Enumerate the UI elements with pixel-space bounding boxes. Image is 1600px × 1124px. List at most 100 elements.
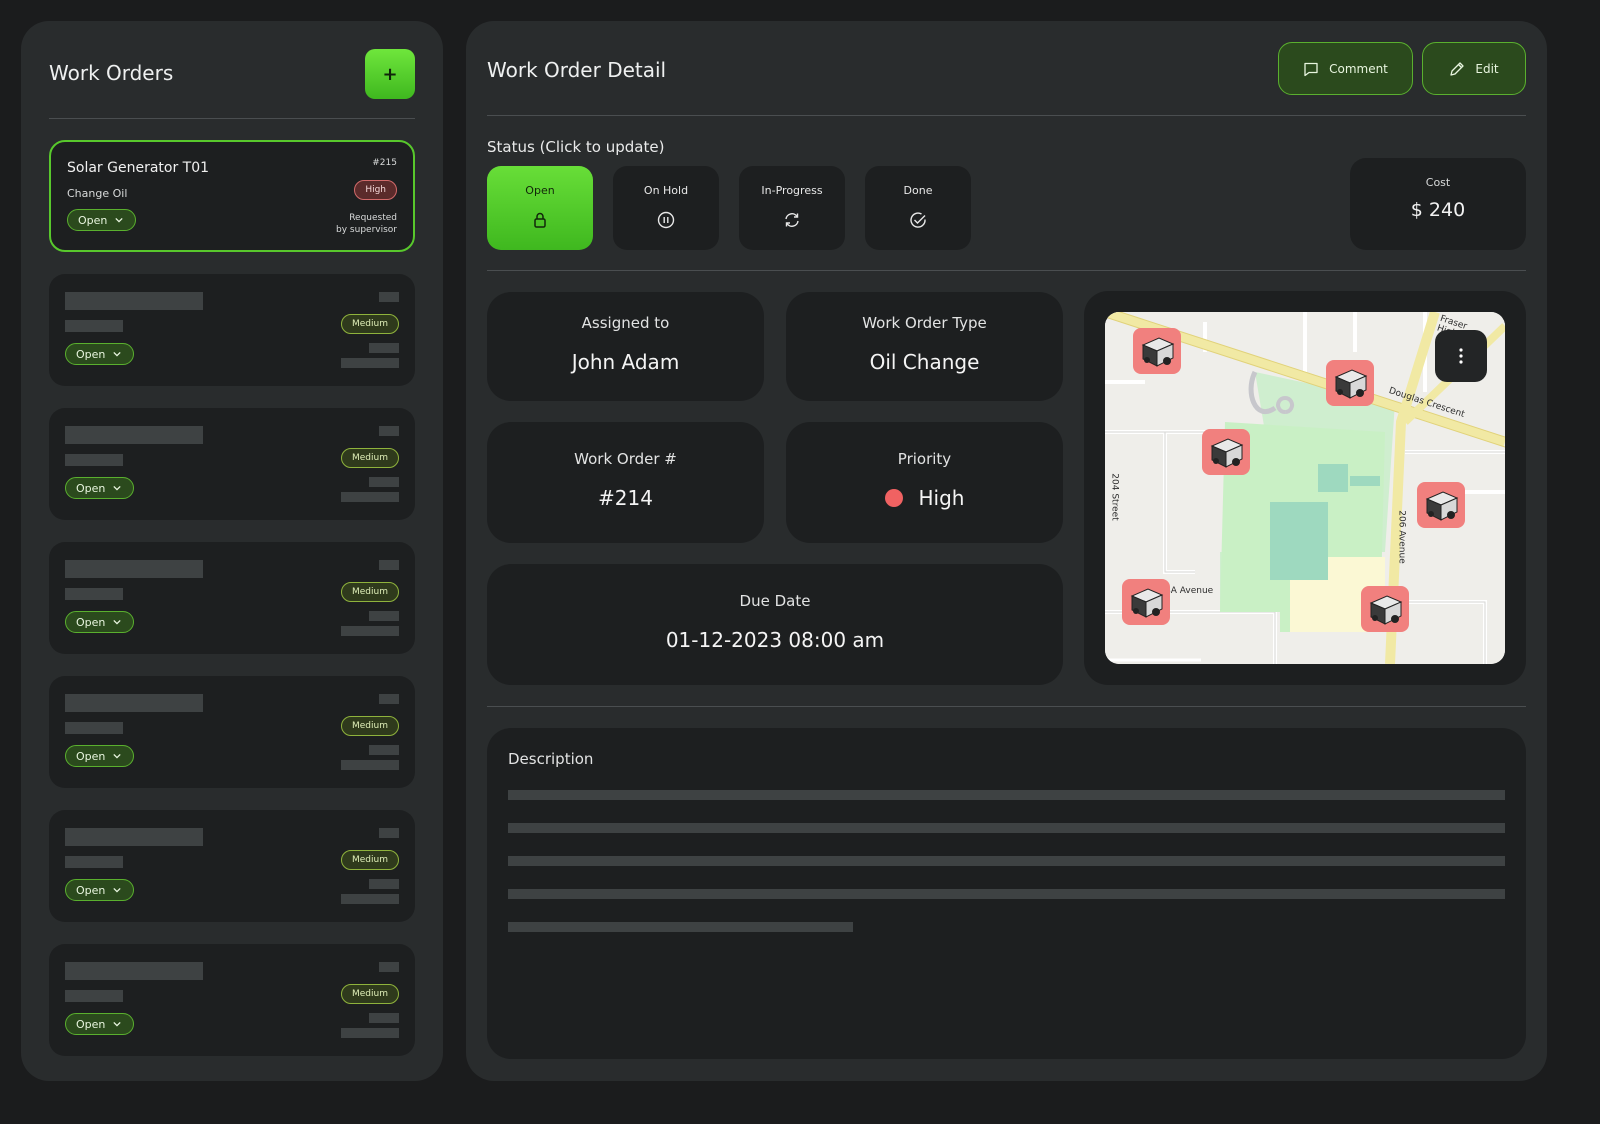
requested-placeholder (369, 343, 399, 353)
status-dropdown[interactable]: Open (65, 879, 135, 901)
card-title-placeholder (65, 962, 203, 980)
card-title-placeholder (65, 828, 203, 846)
card-subtitle-placeholder (65, 722, 123, 734)
priority-badge: Medium (341, 582, 399, 602)
work-order-card[interactable]: Medium Open (49, 944, 415, 1056)
work-order-card[interactable]: Medium Open (49, 408, 415, 520)
status-dropdown[interactable]: Open (65, 477, 135, 499)
priority-badge: Medium (341, 984, 399, 1004)
card-title-placeholder (65, 560, 203, 578)
status-dropdown[interactable]: Open (65, 611, 135, 633)
location-map[interactable]: Douglas Crescent 204 Street 206 Avenue 4… (1105, 312, 1505, 664)
divider (49, 118, 415, 119)
generator-marker[interactable] (1361, 586, 1409, 632)
status-section-label: Status (Click to update) (487, 138, 665, 156)
generator-icon (1141, 337, 1175, 367)
requested-placeholder (341, 358, 399, 368)
due-date-label: Due Date (739, 592, 811, 610)
map-menu-button[interactable] (1435, 330, 1487, 382)
work-orders-panel: Work Orders + Solar Generator T01 Change… (21, 21, 443, 1081)
work-order-detail-panel: Work Order Detail Comment Edit Status (C… (466, 21, 1547, 1081)
generator-marker[interactable] (1122, 579, 1170, 625)
assigned-card: Assigned to John Adam (487, 292, 764, 401)
card-number-placeholder (379, 426, 399, 436)
card-subtitle-placeholder (65, 454, 123, 466)
priority-label: Priority (897, 450, 952, 468)
description-card: Description (487, 728, 1526, 1059)
priority-badge: Medium (341, 850, 399, 870)
priority-value: High (918, 486, 965, 510)
card-number-placeholder (379, 292, 399, 302)
lock-icon (534, 212, 546, 228)
requested-placeholder (369, 611, 399, 621)
generator-marker[interactable] (1133, 328, 1181, 374)
requested-placeholder (369, 1013, 399, 1023)
cost-card: Cost $ 240 (1350, 158, 1526, 250)
description-placeholder-line (508, 856, 1505, 866)
assigned-label: Assigned to (581, 314, 670, 332)
priority-card: Priority High (786, 422, 1063, 543)
generator-icon (1334, 369, 1368, 399)
work-order-card[interactable]: Medium Open (49, 274, 415, 386)
detail-title: Work Order Detail (487, 58, 667, 82)
generator-marker[interactable] (1326, 360, 1374, 406)
description-placeholder-line (508, 790, 1505, 800)
priority-badge: Medium (341, 716, 399, 736)
work-order-card[interactable]: Medium Open (49, 676, 415, 788)
status-label: Open (76, 481, 106, 495)
chevron-down-icon (115, 217, 124, 223)
add-work-order-button[interactable]: + (365, 49, 415, 99)
map-label-204-street: 204 Street (1109, 473, 1120, 521)
chevron-down-icon (113, 485, 122, 491)
generator-icon (1210, 438, 1244, 468)
comment-button[interactable]: Comment (1278, 42, 1413, 95)
generator-icon (1130, 588, 1164, 618)
status-dropdown[interactable]: Open (65, 745, 135, 767)
description-placeholder-line (508, 922, 853, 932)
status-label: Open (76, 1017, 106, 1031)
card-title-placeholder (65, 292, 203, 310)
edit-button[interactable]: Edit (1422, 42, 1526, 95)
chevron-down-icon (113, 887, 122, 893)
status-dropdown[interactable]: Open (65, 1013, 135, 1035)
work-order-card[interactable]: Medium Open (49, 810, 415, 922)
work-order-type-label: Work Order Type (862, 314, 987, 332)
card-subtitle-placeholder (65, 856, 123, 868)
card-subtitle-placeholder (65, 320, 123, 332)
status-on-hold-button[interactable]: On Hold (613, 166, 719, 250)
requested-placeholder (341, 626, 399, 636)
map-label-206-avenue: 206 Avenue (1396, 510, 1407, 564)
status-dropdown[interactable]: Open (67, 209, 137, 231)
card-subtitle-placeholder (65, 588, 123, 600)
chevron-down-icon (113, 351, 122, 357)
generator-marker[interactable] (1417, 482, 1465, 528)
generator-marker[interactable] (1202, 429, 1250, 475)
status-done-label: Done (903, 184, 933, 197)
divider (487, 115, 1526, 116)
work-order-card-selected[interactable]: Solar Generator T01 Change Oil #215 High… (49, 140, 415, 252)
card-subtitle: Change Oil (67, 187, 128, 200)
generator-icon (1369, 595, 1403, 625)
status-done-button[interactable]: Done (865, 166, 971, 250)
status-label: Open (76, 347, 106, 361)
work-order-card[interactable]: Medium Open (49, 542, 415, 654)
work-order-type-value: Oil Change (869, 350, 980, 374)
requested-placeholder (341, 1028, 399, 1038)
refresh-icon (785, 213, 799, 227)
map-card: Douglas Crescent 204 Street 206 Avenue 4… (1084, 291, 1526, 685)
divider (487, 270, 1526, 271)
requested-placeholder (341, 894, 399, 904)
cost-value: $ 240 (1410, 199, 1466, 221)
pause-icon (657, 211, 675, 229)
comment-icon (1304, 62, 1318, 76)
work-orders-title: Work Orders (49, 61, 174, 85)
status-in-progress-button[interactable]: In-Progress (739, 166, 845, 250)
card-subtitle-placeholder (65, 990, 123, 1002)
requested-line-1: Requested (349, 213, 397, 223)
description-placeholder-line (508, 889, 1505, 899)
map-label-4a-avenue: 4A Avenue (1165, 586, 1214, 596)
status-open-button[interactable]: Open (487, 166, 593, 250)
status-dropdown[interactable]: Open (65, 343, 135, 365)
card-title: Solar Generator T01 (67, 160, 210, 176)
status-label: Open (76, 749, 106, 763)
